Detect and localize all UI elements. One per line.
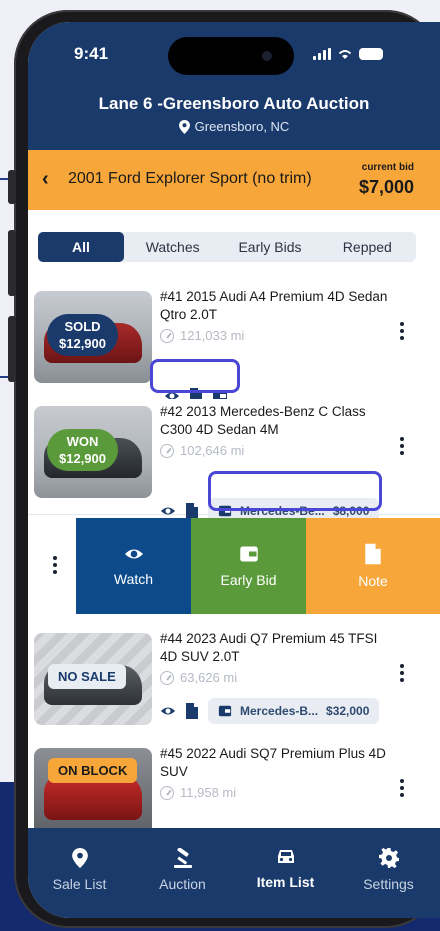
note-action-button[interactable]: Note [306, 518, 440, 614]
location-line: Greensboro, NC [28, 119, 440, 134]
mileage-text: 102,646 mi [180, 443, 245, 458]
phone-screen: 9:41 Lane 6 -Greensboro Auto Auction Gre… [28, 22, 440, 918]
badge-status-text: SOLD [64, 319, 101, 334]
current-bid-value: $7,000 [358, 177, 414, 197]
status-time: 9:41 [74, 44, 109, 63]
list-item[interactable]: NO SALE #44 2023 Audi Q7 Premium 45 TFSI… [28, 626, 440, 742]
app-header: 9:41 Lane 6 -Greensboro Auto Auction Gre… [28, 22, 440, 150]
note-icon[interactable] [184, 503, 200, 519]
battery-icon [359, 48, 383, 60]
more-options-icon[interactable] [400, 664, 404, 682]
mileage: 63,626 mi [160, 670, 237, 685]
chevron-left-icon[interactable]: ‹ [42, 168, 49, 191]
location-pin-icon [178, 119, 190, 134]
status-badge: NO SALE [48, 664, 126, 689]
odometer-icon [160, 670, 174, 685]
current-vehicle-title: 2001 Ford Explorer Sport (no trim) [68, 170, 312, 187]
nav-sale-list[interactable]: Sale List [28, 828, 131, 918]
phone-side-button [8, 316, 16, 382]
chip-bid-price: $32,000 [326, 704, 370, 718]
nav-settings[interactable]: Settings [337, 828, 440, 918]
eye-icon [124, 549, 143, 559]
more-options-icon[interactable] [400, 322, 404, 340]
badge-status-text: WON [66, 434, 99, 449]
wallet-icon [239, 546, 258, 562]
early-bid-action-button[interactable]: Early Bid [191, 518, 306, 614]
mileage-text: 121,033 mi [180, 328, 245, 343]
lane-title: Lane 6 -Greensboro Auto Auction [98, 94, 370, 113]
badge-price-text: $12,900 [59, 336, 106, 351]
status-badge: SOLD $12,900 [47, 314, 118, 356]
note-icon[interactable] [184, 703, 200, 719]
swipe-actions-row: Watch Early Bid Note [28, 518, 440, 614]
status-badge: WON $12,900 [47, 429, 118, 471]
more-options-icon[interactable] [400, 779, 404, 797]
mileage: 102,646 mi [160, 443, 244, 458]
nav-auction[interactable]: Auction [131, 828, 234, 918]
note-action-label: Note [358, 573, 388, 589]
mileage-text: 63,626 mi [180, 670, 238, 685]
tab-all[interactable]: All [38, 232, 124, 262]
nav-sale-list-label: Sale List [52, 876, 107, 892]
location-pin-icon [71, 848, 88, 868]
current-bid-label: current bid [361, 162, 414, 173]
more-options-icon[interactable] [400, 437, 404, 455]
note-icon [365, 543, 381, 565]
mileage: 11,958 mi [160, 785, 236, 800]
more-options-icon[interactable] [53, 556, 57, 574]
status-badge: ON BLOCK [48, 758, 138, 783]
status-icons [313, 48, 383, 60]
early-bid-action-label: Early Bid [220, 572, 277, 588]
wifi-icon [338, 50, 352, 59]
tab-early-bids[interactable]: Early Bids [221, 232, 318, 262]
phone-side-button [8, 230, 16, 296]
gear-icon [378, 848, 399, 868]
nav-item-list[interactable]: Item List [234, 828, 337, 918]
camera-icon [262, 51, 272, 61]
chip-highlight-callout [208, 471, 382, 511]
nav-auction-label: Auction [159, 876, 206, 892]
badge-price-text: $12,900 [59, 451, 106, 466]
wallet-icon [218, 705, 232, 717]
filter-tabs: All Watches Early Bids Repped [38, 232, 416, 262]
icons-highlight-callout [150, 359, 240, 393]
chip-bidder-name: Mercedes-B... [240, 704, 319, 718]
watch-action-label: Watch [113, 571, 154, 587]
phone-side-button [8, 170, 16, 204]
nav-settings-label: Settings [363, 876, 414, 892]
tab-watches[interactable]: Watches [124, 232, 221, 262]
signal-icon [313, 48, 331, 60]
mileage: 121,033 mi [160, 328, 244, 343]
lot-title: #41 2015 Audi A4 Premium 4D Sedan Qtro 2… [160, 289, 388, 322]
early-bid-chip[interactable]: Mercedes-B... $32,000 [208, 698, 380, 724]
odometer-icon [160, 785, 174, 800]
location-text: Greensboro, NC [194, 119, 290, 134]
eye-icon[interactable] [160, 703, 176, 719]
bottom-nav: Sale List Auction Item List Settings [28, 828, 440, 918]
current-vehicle-bar[interactable]: ‹ 2001 Ford Explorer Sport (no trim) cur… [28, 150, 440, 210]
lot-title: #44 2023 Audi Q7 Premium 45 TFSI 4D SUV … [160, 631, 378, 664]
dynamic-island [168, 37, 294, 75]
nav-item-list-label: Item List [256, 874, 315, 890]
odometer-icon [160, 328, 174, 343]
gavel-icon [173, 848, 192, 868]
odometer-icon [160, 443, 174, 458]
eye-icon[interactable] [160, 503, 176, 519]
tab-repped[interactable]: Repped [319, 232, 416, 262]
car-icon [277, 850, 294, 863]
lot-title: #42 2013 Mercedes-Benz C Class C300 4D S… [160, 404, 366, 437]
watch-action-button[interactable]: Watch [76, 518, 191, 614]
row-action-icons: Mercedes-B... $32,000 [160, 698, 380, 724]
lot-title: #45 2022 Audi SQ7 Premium Plus 4D SUV [160, 746, 386, 779]
mileage-text: 11,958 mi [180, 785, 237, 800]
